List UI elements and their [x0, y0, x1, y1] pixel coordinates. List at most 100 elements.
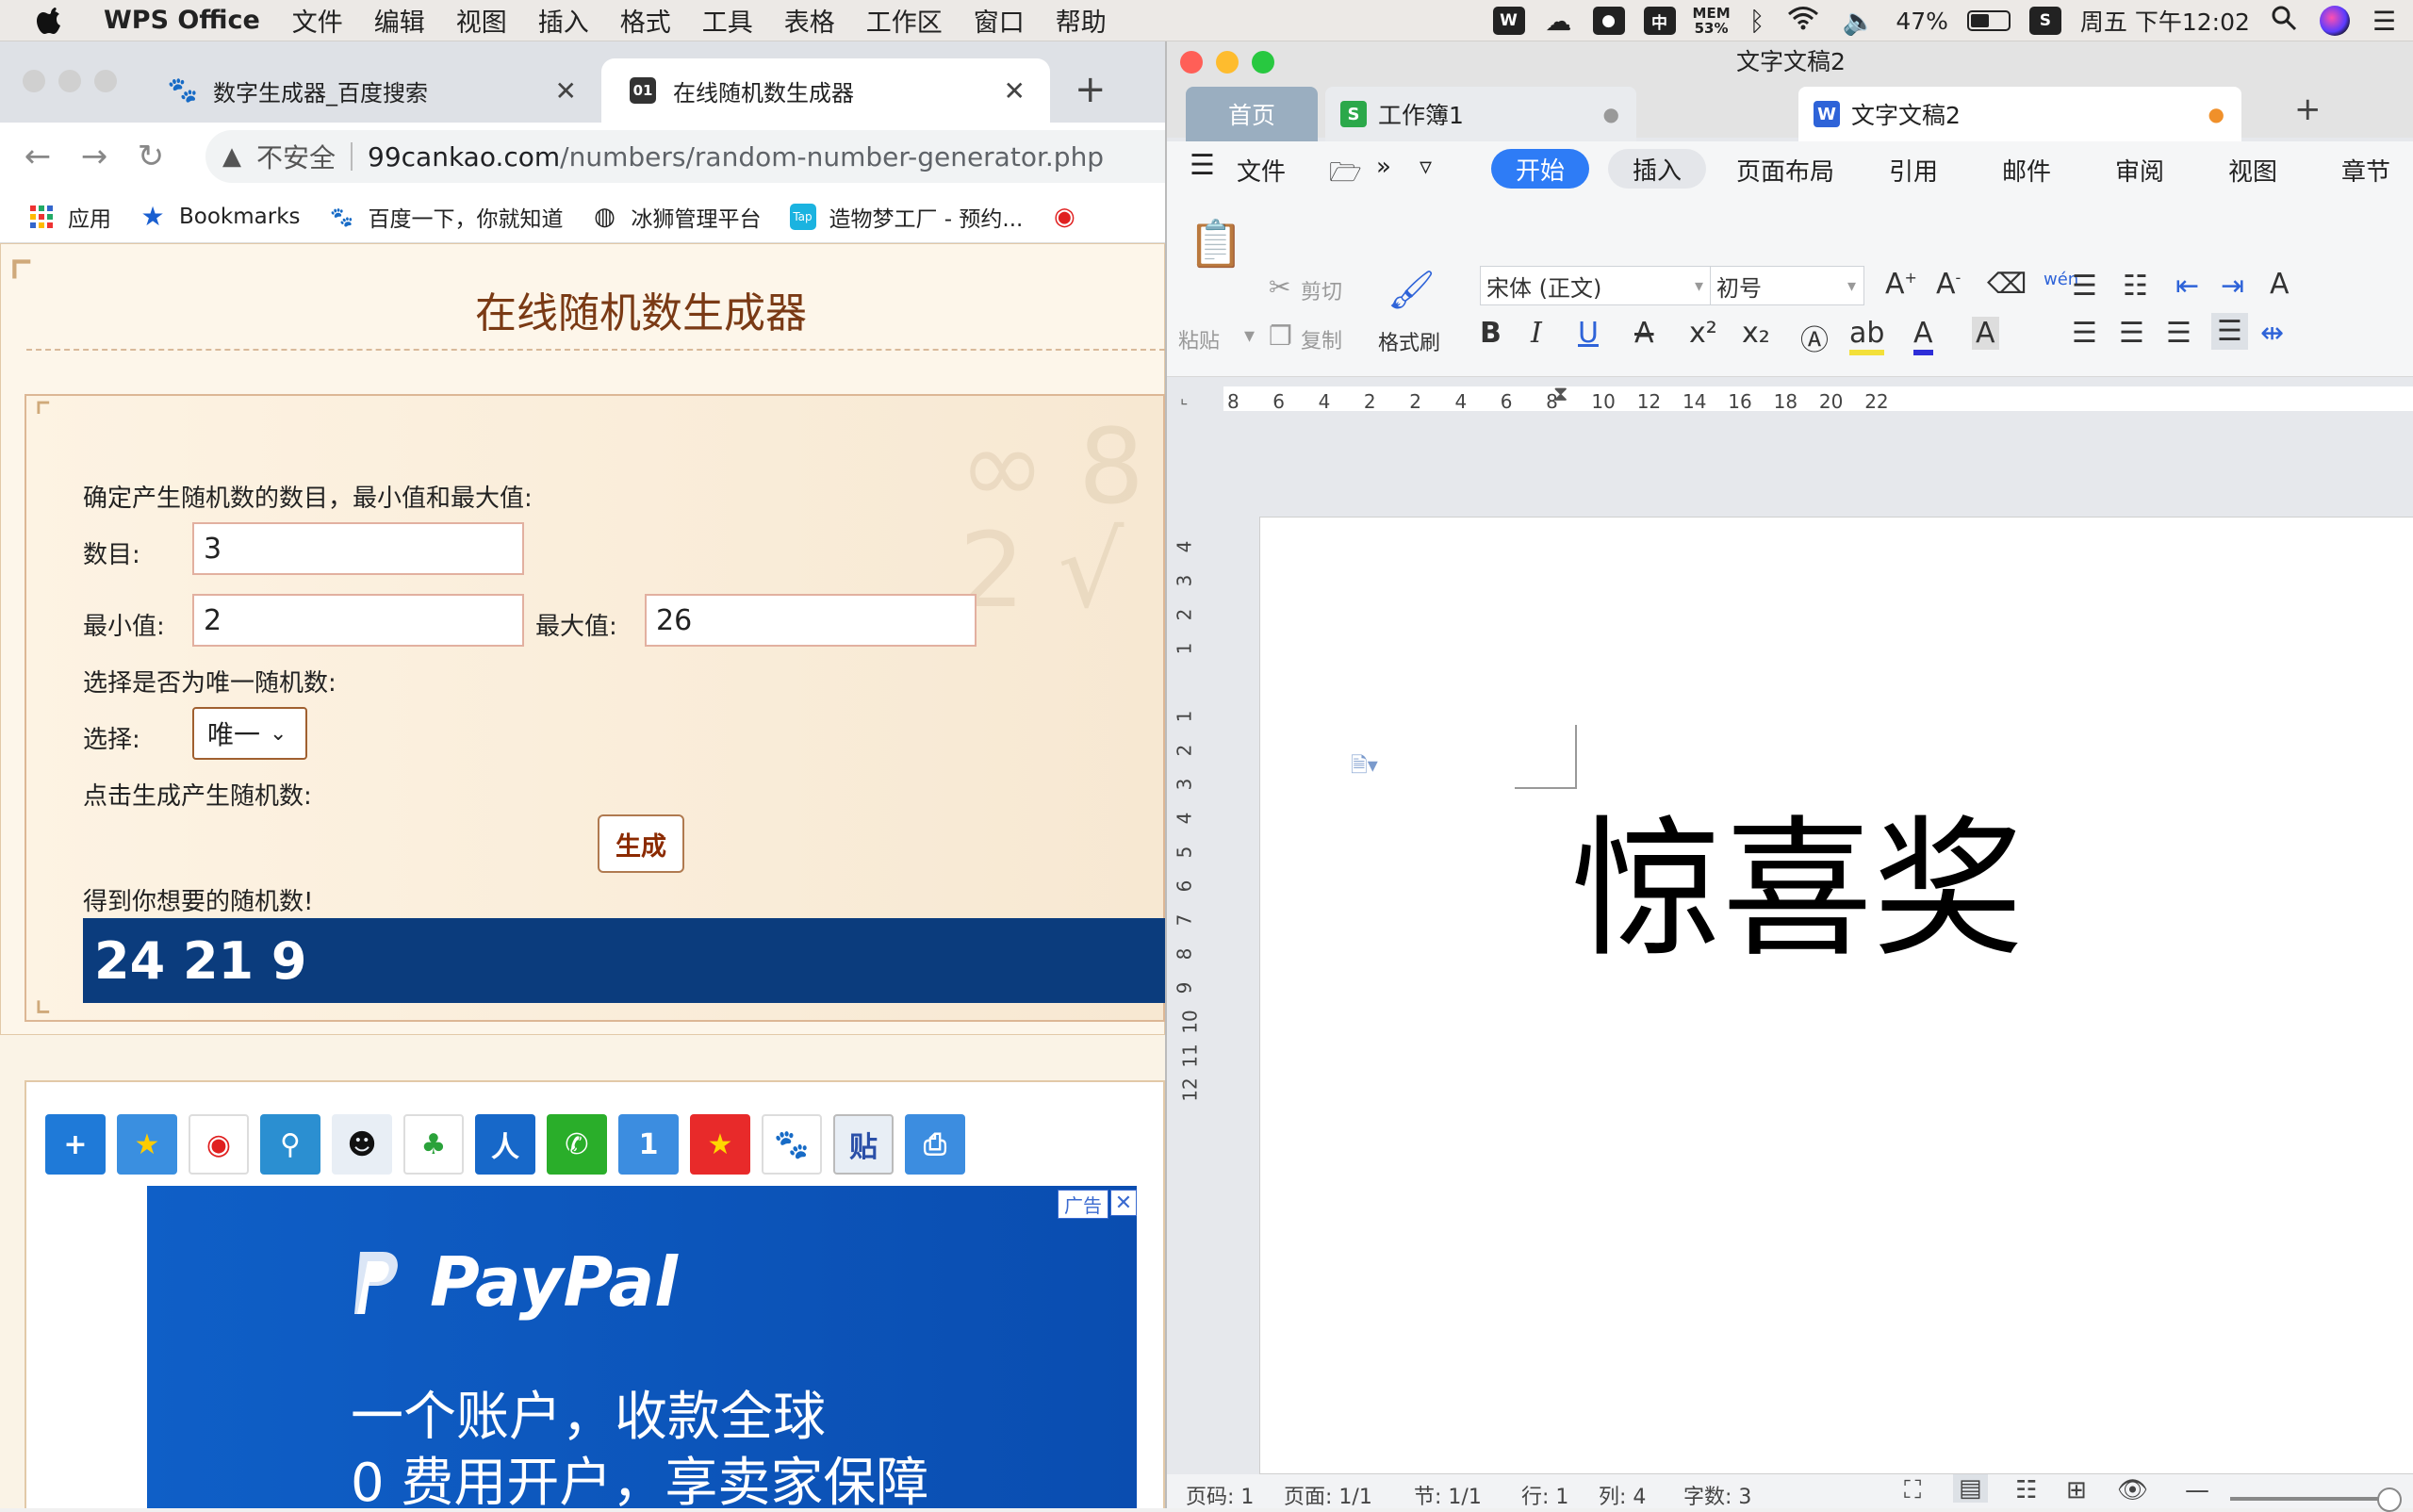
menu-edit[interactable]: 编辑: [374, 2, 425, 39]
tab-mailings[interactable]: 邮件: [2002, 153, 2051, 188]
close-window-button[interactable]: [23, 70, 45, 92]
copy-label[interactable]: 复制: [1301, 324, 1342, 354]
minimize-window-button[interactable]: [58, 70, 81, 92]
clear-format-icon[interactable]: ⌫: [1987, 268, 2027, 301]
paragraph-layout-icon[interactable]: 🗎▾: [1351, 749, 1378, 785]
increase-font-icon[interactable]: A+: [1885, 268, 1917, 301]
siri-icon[interactable]: [2319, 6, 2350, 36]
subscript-icon[interactable]: x₂: [1742, 317, 1770, 350]
indent-marker-icon[interactable]: ⧗: [1553, 383, 1568, 406]
tab-document2[interactable]: W 文字文稿2 ●: [1798, 87, 2241, 141]
align-right-icon[interactable]: ☰: [2166, 317, 2191, 350]
status-page[interactable]: 页码: 1: [1186, 1480, 1254, 1510]
tab-home[interactable]: 首页: [1186, 87, 1318, 141]
status-row[interactable]: 行: 1: [1521, 1480, 1568, 1510]
ime-icon[interactable]: 中: [1643, 7, 1676, 35]
format-painter-label[interactable]: 格式刷: [1378, 326, 1440, 356]
clover-icon[interactable]: ♣: [403, 1114, 464, 1175]
decrease-font-icon[interactable]: A-: [1936, 268, 1961, 301]
menu-format[interactable]: 格式: [620, 2, 671, 39]
superscript-icon[interactable]: x²: [1689, 317, 1717, 350]
status-col[interactable]: 列: 4: [1599, 1480, 1646, 1510]
status-words[interactable]: 字数: 3: [1683, 1480, 1751, 1510]
zoom-slider-track[interactable]: [2230, 1497, 2400, 1501]
tab-review[interactable]: 审阅: [2115, 153, 2164, 188]
zoom-slider-knob[interactable]: [2377, 1487, 2402, 1512]
tab-random-generator[interactable]: 01 在线随机数生成器 ✕: [601, 58, 1050, 123]
menu-help[interactable]: 帮助: [1056, 2, 1107, 39]
unique-select[interactable]: 唯一 ⌄: [192, 707, 307, 760]
baidu-paw-icon[interactable]: 🐾: [762, 1114, 822, 1175]
underline-icon[interactable]: U: [1578, 317, 1599, 350]
generate-button[interactable]: 生成: [598, 814, 684, 873]
tab-stop-icon[interactable]: ⌞: [1180, 388, 1188, 408]
bold-icon[interactable]: B: [1480, 317, 1502, 350]
status-pages[interactable]: 页面: 1/1: [1284, 1480, 1372, 1510]
justify-icon[interactable]: ☰: [2211, 313, 2248, 350]
tab-baidu-search[interactable]: 🐾 数字生成器_百度搜索 ✕: [141, 58, 601, 123]
print-icon[interactable]: ⎙: [905, 1114, 965, 1175]
outline-view-icon[interactable]: ☷: [2015, 1476, 2037, 1504]
ad-close-icon[interactable]: ✕: [1110, 1190, 1137, 1216]
renren-icon[interactable]: 人: [475, 1114, 535, 1175]
search-share-icon[interactable]: ⚲: [260, 1114, 320, 1175]
align-left-icon[interactable]: ☰: [2072, 317, 2097, 350]
warning-icon[interactable]: ▲: [222, 142, 241, 171]
plus-share-icon[interactable]: +: [45, 1114, 106, 1175]
control-center-icon[interactable]: ☰: [2372, 6, 2396, 37]
tab-workbook1[interactable]: S 工作簿1 ●: [1325, 87, 1636, 141]
bluetooth-icon[interactable]: ᛒ: [1749, 6, 1765, 37]
menu-file[interactable]: 文件: [292, 2, 343, 39]
bookmark-apps[interactable]: 应用: [28, 201, 111, 233]
font-size-combo[interactable]: 初号 ▾: [1710, 266, 1864, 305]
menu-workspace[interactable]: 工作区: [866, 2, 943, 39]
apple-icon[interactable]: [36, 4, 70, 38]
strikethrough-icon[interactable]: A: [1634, 317, 1654, 350]
battery-icon[interactable]: [1966, 10, 2011, 31]
tab-page-layout[interactable]: 页面布局: [1736, 153, 1834, 188]
document-page[interactable]: 🗎▾ 惊喜奖: [1259, 517, 2413, 1474]
max-input[interactable]: 26: [645, 594, 977, 647]
bullets-icon[interactable]: ☰: [2072, 270, 2097, 303]
forward-icon[interactable]: →: [75, 138, 113, 175]
result-output[interactable]: 24 21 9: [83, 918, 1165, 1003]
close-tab-icon[interactable]: ✕: [555, 75, 577, 107]
scissors-icon[interactable]: ✂: [1269, 271, 1290, 303]
font-name-combo[interactable]: 宋体 (正文) ▾: [1480, 266, 1712, 305]
tieba-icon[interactable]: 贴: [833, 1114, 894, 1175]
fullscreen-icon[interactable]: ⛶: [1904, 1476, 1921, 1505]
eye-protection-icon[interactable]: 👁: [2117, 1476, 2148, 1504]
minimize-window-button[interactable]: [1216, 51, 1239, 74]
count-input[interactable]: 3: [192, 522, 524, 575]
microphone-icon[interactable]: ●: [1592, 7, 1625, 35]
zoom-window-button[interactable]: [94, 70, 117, 92]
more-icon[interactable]: »: [1376, 153, 1391, 181]
document-text[interactable]: 惊喜奖: [1571, 767, 2024, 986]
font-color-icon[interactable]: A: [1913, 317, 1933, 355]
menu-insert[interactable]: 插入: [538, 2, 589, 39]
increase-indent-icon[interactable]: ⇥: [2221, 270, 2244, 303]
menu-window[interactable]: 窗口: [974, 2, 1025, 39]
align-center-icon[interactable]: ☰: [2119, 317, 2144, 350]
status-section[interactable]: 节: 1/1: [1414, 1480, 1482, 1510]
bookmark-binshi[interactable]: ◍ 冰狮管理平台: [592, 201, 761, 233]
text-direction-icon[interactable]: A: [2270, 268, 2290, 301]
char-shading-icon[interactable]: A: [1972, 317, 1999, 350]
quick-access-dropdown-icon[interactable]: ▿: [1420, 153, 1432, 181]
close-tab-icon[interactable]: ✕: [1004, 75, 1026, 107]
paste-dropdown-icon[interactable]: ▾: [1244, 324, 1255, 348]
highlight-icon[interactable]: ab: [1849, 317, 1885, 355]
menu-file[interactable]: 文件: [1237, 153, 1286, 188]
spotlight-search-icon[interactable]: [2271, 5, 2297, 38]
app-name-menu[interactable]: WPS Office: [104, 6, 260, 35]
tab-chapter[interactable]: 章节: [2341, 153, 2390, 188]
wps-status-icon[interactable]: W: [1492, 7, 1525, 35]
tab-start[interactable]: 开始: [1491, 149, 1590, 189]
creative-cloud-icon[interactable]: ☁: [1546, 6, 1572, 37]
number-one-icon[interactable]: 1: [618, 1114, 679, 1175]
s-app-icon[interactable]: S: [2028, 7, 2061, 35]
min-input[interactable]: 2: [192, 594, 524, 647]
web-view-icon[interactable]: ⊞: [2066, 1476, 2087, 1504]
hamburger-icon[interactable]: ☰: [1190, 149, 1215, 182]
bookmark-weibo[interactable]: ◉: [1051, 203, 1091, 231]
